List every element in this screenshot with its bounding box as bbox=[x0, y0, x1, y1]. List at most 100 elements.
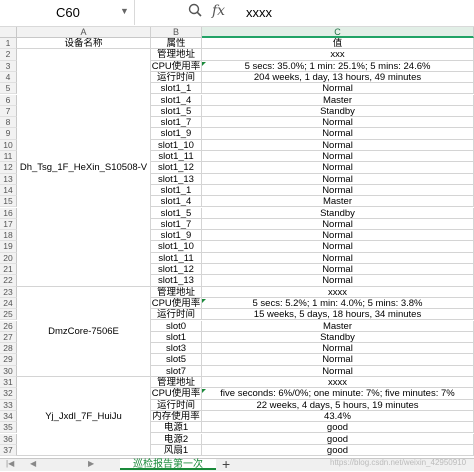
row-header[interactable]: 30 bbox=[0, 365, 17, 377]
value-cell[interactable]: Normal bbox=[202, 275, 474, 287]
attribute-cell[interactable]: slot1_4 bbox=[151, 196, 202, 208]
value-cell[interactable]: xxxx bbox=[202, 286, 474, 298]
value-cell[interactable]: Normal bbox=[202, 365, 474, 377]
attribute-cell[interactable]: slot1_5 bbox=[151, 207, 202, 219]
column-header-a[interactable]: A bbox=[17, 27, 151, 38]
row-header[interactable]: 23 bbox=[0, 286, 17, 298]
row-header[interactable]: 28 bbox=[0, 343, 17, 355]
select-all-corner[interactable] bbox=[0, 27, 17, 38]
row-header[interactable]: 25 bbox=[0, 309, 17, 321]
row-header[interactable]: 7 bbox=[0, 105, 17, 118]
value-cell[interactable]: Normal bbox=[202, 252, 474, 264]
attribute-cell[interactable]: slot1_9 bbox=[151, 230, 202, 242]
value-cell[interactable]: Normal bbox=[202, 139, 474, 151]
row-header[interactable]: 9 bbox=[0, 128, 17, 140]
value-cell[interactable]: 15 weeks, 5 days, 18 hours, 34 minutes bbox=[202, 309, 474, 321]
row-header[interactable]: 3 bbox=[0, 60, 17, 72]
attribute-cell[interactable]: slot1_1 bbox=[151, 184, 202, 197]
value-cell[interactable]: Normal bbox=[202, 241, 474, 253]
attribute-cell[interactable]: slot1 bbox=[151, 331, 202, 344]
value-cell[interactable]: 5 secs: 5.2%; 1 min: 4.0%; 5 mins: 3.8% bbox=[202, 297, 474, 310]
row-header[interactable]: 8 bbox=[0, 117, 17, 129]
value-cell[interactable]: xxxx bbox=[202, 377, 474, 389]
row-header[interactable]: 18 bbox=[0, 230, 17, 242]
device-name-cell[interactable]: DmzCore-7506E bbox=[17, 286, 151, 377]
attribute-cell[interactable]: slot1_10 bbox=[151, 241, 202, 253]
value-cell[interactable]: Master bbox=[202, 196, 474, 208]
row-header[interactable]: 35 bbox=[0, 422, 17, 434]
value-cell[interactable]: Standby bbox=[202, 207, 474, 219]
attribute-cell[interactable]: slot1_13 bbox=[151, 275, 202, 287]
row-header[interactable]: 17 bbox=[0, 218, 17, 231]
row-header[interactable]: 13 bbox=[0, 173, 17, 185]
row-header[interactable]: 22 bbox=[0, 275, 17, 287]
value-cell[interactable]: xxx bbox=[202, 49, 474, 61]
row-header[interactable]: 32 bbox=[0, 388, 17, 400]
attribute-cell[interactable]: 管理地址 bbox=[151, 49, 202, 61]
row-header[interactable]: 15 bbox=[0, 196, 17, 208]
row-header[interactable]: 5 bbox=[0, 83, 17, 95]
attribute-cell[interactable]: slot1_10 bbox=[151, 139, 202, 151]
row-header[interactable]: 11 bbox=[0, 151, 17, 163]
value-cell[interactable]: Normal bbox=[202, 218, 474, 231]
value-cell[interactable]: Normal bbox=[202, 173, 474, 185]
value-cell[interactable]: Normal bbox=[202, 117, 474, 129]
fx-icon[interactable]: fx bbox=[212, 3, 225, 19]
value-cell[interactable]: 值 bbox=[202, 38, 474, 50]
row-header[interactable]: 29 bbox=[0, 354, 17, 366]
value-cell[interactable]: Normal bbox=[202, 128, 474, 140]
value-cell[interactable]: good bbox=[202, 433, 474, 445]
attribute-cell[interactable]: slot1_5 bbox=[151, 105, 202, 118]
row-header[interactable]: 26 bbox=[0, 320, 17, 332]
row-header[interactable]: 34 bbox=[0, 410, 17, 423]
attribute-cell[interactable]: 管理地址 bbox=[151, 377, 202, 389]
zoom-icon[interactable] bbox=[188, 3, 202, 20]
attribute-cell[interactable]: slot1_1 bbox=[151, 83, 202, 95]
name-box[interactable]: C60 ▼ bbox=[0, 0, 135, 25]
value-cell[interactable]: five seconds: 6%/0%; one minute: 7%; fiv… bbox=[202, 388, 474, 400]
attribute-cell[interactable]: 运行时间 bbox=[151, 71, 202, 84]
name-box-value[interactable]: C60 bbox=[56, 5, 80, 20]
attribute-cell[interactable]: slot1_7 bbox=[151, 218, 202, 231]
row-header[interactable]: 21 bbox=[0, 264, 17, 276]
attribute-cell[interactable]: slot1_12 bbox=[151, 162, 202, 174]
attribute-cell[interactable]: slot7 bbox=[151, 365, 202, 377]
formula-input[interactable]: xxxx bbox=[246, 5, 272, 20]
first-sheet-icon[interactable]: |◀ bbox=[6, 459, 14, 468]
device-name-cell[interactable]: Yj_Jxdl_7F_HuiJu bbox=[17, 377, 151, 457]
attribute-cell[interactable]: slot1_11 bbox=[151, 151, 202, 163]
row-header[interactable]: 24 bbox=[0, 297, 17, 310]
attribute-cell[interactable]: 运行时间 bbox=[151, 399, 202, 411]
next-sheet-icon[interactable]: ▶ bbox=[88, 459, 94, 468]
value-cell[interactable]: Master bbox=[202, 320, 474, 332]
attribute-cell[interactable]: CPU使用率 bbox=[151, 60, 202, 72]
attribute-cell[interactable]: slot1_9 bbox=[151, 128, 202, 140]
row-header[interactable]: 4 bbox=[0, 71, 17, 84]
attribute-cell[interactable]: slot1_12 bbox=[151, 264, 202, 276]
column-header-c[interactable]: C bbox=[202, 27, 474, 38]
attribute-cell[interactable]: slot1_7 bbox=[151, 117, 202, 129]
value-cell[interactable]: Standby bbox=[202, 105, 474, 118]
attribute-cell[interactable]: 内存使用率 bbox=[151, 410, 202, 423]
row-header[interactable]: 33 bbox=[0, 399, 17, 411]
row-header[interactable]: 6 bbox=[0, 94, 17, 106]
attribute-cell[interactable]: slot1_4 bbox=[151, 94, 202, 106]
row-header[interactable]: 36 bbox=[0, 433, 17, 445]
value-cell[interactable]: Normal bbox=[202, 354, 474, 366]
value-cell[interactable]: Master bbox=[202, 94, 474, 106]
prev-sheet-icon[interactable]: ◀ bbox=[30, 459, 36, 468]
row-header[interactable]: 2 bbox=[0, 49, 17, 61]
row-header[interactable]: 31 bbox=[0, 377, 17, 389]
row-header[interactable]: 10 bbox=[0, 139, 17, 151]
value-cell[interactable]: Normal bbox=[202, 162, 474, 174]
chevron-down-icon[interactable]: ▼ bbox=[120, 6, 129, 16]
row-header[interactable]: 12 bbox=[0, 162, 17, 174]
header-device-name[interactable]: 设备名称 bbox=[17, 38, 151, 50]
value-cell[interactable]: Normal bbox=[202, 343, 474, 355]
value-cell[interactable]: 204 weeks, 1 day, 13 hours, 49 minutes bbox=[202, 71, 474, 84]
value-cell[interactable]: good bbox=[202, 422, 474, 434]
sheet-tab-active[interactable]: 巡检报告第一次 bbox=[120, 459, 216, 470]
row-header[interactable]: 27 bbox=[0, 331, 17, 344]
row-header[interactable]: 16 bbox=[0, 207, 17, 219]
value-cell[interactable]: Normal bbox=[202, 83, 474, 95]
